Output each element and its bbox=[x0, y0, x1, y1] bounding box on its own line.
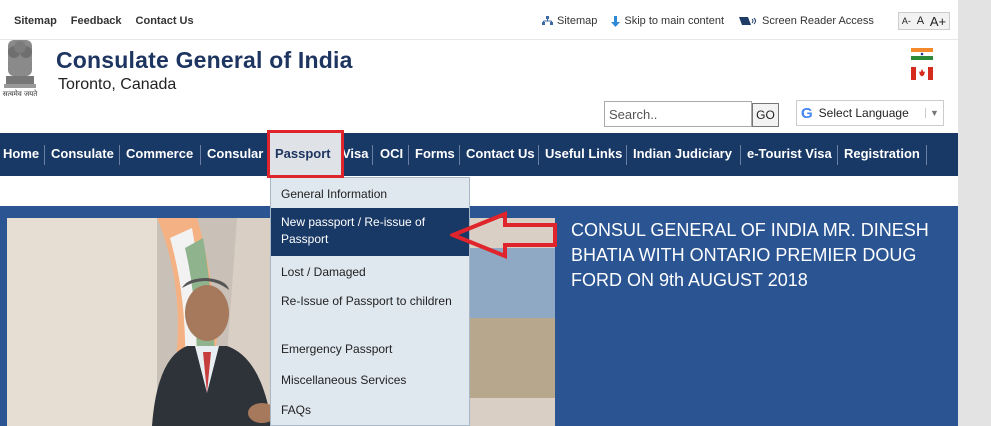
nav-separator bbox=[837, 145, 838, 165]
top-link-contact[interactable]: Contact Us bbox=[136, 15, 194, 27]
skip-label: Skip to main content bbox=[624, 15, 725, 27]
nav-separator bbox=[200, 145, 201, 165]
nav-separator bbox=[372, 145, 373, 165]
font-decrease-button[interactable]: A- bbox=[902, 16, 911, 26]
screen-reader-link[interactable]: Screen Reader Access bbox=[738, 15, 874, 27]
skip-to-main-link[interactable]: Skip to main content bbox=[611, 15, 724, 27]
nav-separator bbox=[626, 145, 627, 165]
banner-caption[interactable]: CONSUL GENERAL OF INDIA MR. DINESH BHATI… bbox=[571, 218, 941, 293]
nav-item-consulate[interactable]: Consulate bbox=[51, 133, 114, 176]
nav-separator bbox=[459, 145, 460, 165]
menu-item-reissue-children[interactable]: Re-Issue of Passport to children bbox=[271, 293, 469, 310]
main-nav: Home Consulate Commerce Consular Passpor… bbox=[0, 133, 958, 176]
national-emblem-logo: सत्यमेव जयते bbox=[0, 38, 40, 104]
nav-separator bbox=[538, 145, 539, 165]
nav-item-visa[interactable]: Visa bbox=[342, 133, 369, 176]
top-utility-bar: Sitemap Feedback Contact Us Sitemap Skip… bbox=[0, 0, 958, 40]
nav-item-home[interactable]: Home bbox=[3, 133, 39, 176]
nav-item-registration[interactable]: Registration bbox=[844, 133, 920, 176]
nav-separator bbox=[44, 145, 45, 165]
sitemap-link[interactable]: Sitemap bbox=[542, 15, 597, 27]
search-go-button[interactable]: GO bbox=[752, 103, 779, 127]
nav-item-passport[interactable]: Passport bbox=[270, 133, 342, 176]
nav-separator bbox=[740, 145, 741, 165]
language-select-label: Select Language bbox=[818, 106, 909, 120]
menu-item-general-information[interactable]: General Information bbox=[271, 186, 469, 203]
menu-item-lost-damaged[interactable]: Lost / Damaged bbox=[271, 264, 469, 281]
nav-separator bbox=[119, 145, 120, 165]
top-links: Sitemap Feedback Contact Us bbox=[14, 15, 194, 27]
sitemap-icon bbox=[542, 16, 553, 25]
nav-separator bbox=[926, 145, 927, 165]
font-increase-button[interactable]: A+ bbox=[930, 14, 946, 29]
passport-dropdown-menu: General Information New passport / Re-is… bbox=[270, 177, 470, 426]
nav-separator bbox=[408, 145, 409, 165]
scrollbar-gutter bbox=[958, 0, 991, 426]
language-select[interactable]: G Select Language ▼ bbox=[796, 100, 944, 126]
top-link-sitemap[interactable]: Sitemap bbox=[14, 15, 57, 27]
nav-item-consular[interactable]: Consular bbox=[207, 133, 263, 176]
accessibility-links: Sitemap Skip to main content Screen Read… bbox=[542, 15, 888, 27]
menu-item-miscellaneous-services[interactable]: Miscellaneous Services bbox=[271, 372, 469, 389]
emblem-motto: सत्यमेव जयते bbox=[2, 90, 38, 98]
nav-item-useful-links[interactable]: Useful Links bbox=[545, 133, 622, 176]
chevron-down-icon: ▼ bbox=[925, 108, 943, 118]
nav-item-commerce[interactable]: Commerce bbox=[126, 133, 193, 176]
sitemap-label: Sitemap bbox=[557, 15, 598, 27]
screen-reader-label: Screen Reader Access bbox=[762, 15, 874, 27]
nav-spacer bbox=[0, 176, 958, 206]
nav-item-contact-us[interactable]: Contact Us bbox=[466, 133, 535, 176]
menu-item-new-passport[interactable]: New passport / Re-issue of Passport bbox=[271, 208, 469, 256]
font-normal-button[interactable]: A bbox=[917, 15, 924, 27]
menu-item-faqs[interactable]: FAQs bbox=[271, 402, 469, 419]
arrow-down-icon bbox=[611, 15, 621, 27]
nav-item-indian-judiciary[interactable]: Indian Judiciary bbox=[633, 133, 732, 176]
nav-item-oci[interactable]: OCI bbox=[380, 133, 403, 176]
screen-reader-icon bbox=[739, 16, 757, 25]
google-icon: G bbox=[801, 104, 813, 122]
nav-item-forms[interactable]: Forms bbox=[415, 133, 455, 176]
nav-item-e-tourist-visa[interactable]: e-Tourist Visa bbox=[747, 133, 832, 176]
search-input[interactable]: Search.. bbox=[604, 101, 752, 127]
font-size-controls: A- A A+ bbox=[898, 12, 950, 30]
site-subtitle: Toronto, Canada bbox=[58, 76, 177, 93]
menu-item-emergency-passport[interactable]: Emergency Passport bbox=[271, 341, 469, 358]
flags-icon bbox=[911, 48, 933, 82]
site-title[interactable]: Consulate General of India bbox=[56, 47, 353, 74]
top-link-feedback[interactable]: Feedback bbox=[71, 15, 122, 27]
